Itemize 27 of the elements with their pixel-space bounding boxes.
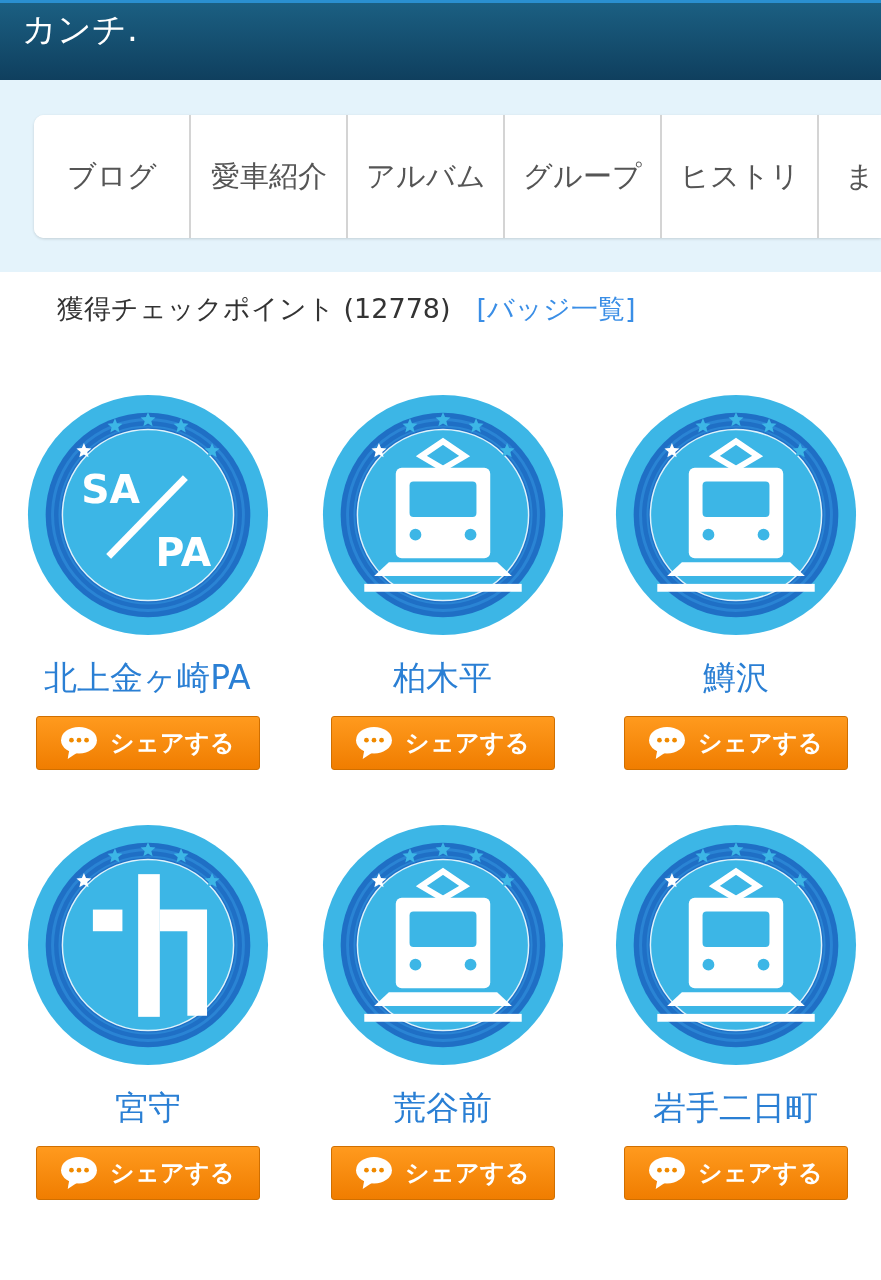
nav-tab[interactable]: ヒストリ xyxy=(662,115,819,238)
station-name: 宮守 xyxy=(114,1088,181,1128)
share-button[interactable]: シェアする xyxy=(330,1146,555,1200)
chat-bubble-icon xyxy=(355,726,393,760)
share-button[interactable]: シェアする xyxy=(35,716,260,770)
nav-tab[interactable]: 愛車紹介 xyxy=(191,115,348,238)
share-button[interactable]: シェアする xyxy=(35,1146,260,1200)
station-name: 荒谷前 xyxy=(393,1088,492,1128)
share-button[interactable]: シェアする xyxy=(623,716,848,770)
nav-tab[interactable]: グループ xyxy=(505,115,662,238)
station-name: 鱒沢 xyxy=(702,658,769,698)
chat-bubble-icon xyxy=(648,726,686,760)
nav-tab[interactable]: ブログ xyxy=(34,115,191,238)
share-button[interactable]: シェアする xyxy=(330,716,555,770)
nav-tab[interactable]: ま xyxy=(819,115,881,238)
nav-tab[interactable]: アルバム xyxy=(348,115,505,238)
chat-bubble-icon xyxy=(648,1156,686,1190)
chat-bubble-icon xyxy=(60,1156,98,1190)
chat-bubble-icon xyxy=(355,1156,393,1190)
station-name: 北上金ヶ崎PA xyxy=(44,658,251,698)
station-name: 柏木平 xyxy=(393,658,492,698)
chat-bubble-icon xyxy=(60,726,98,760)
badge-list-link[interactable]: [バッジ一覧] xyxy=(476,291,636,327)
station-name: 岩手二日町 xyxy=(653,1088,818,1128)
share-button[interactable]: シェアする xyxy=(623,1146,848,1200)
site-title: カンチ. xyxy=(22,8,138,51)
checkpoint-count: 獲得チェックポイント (12778) xyxy=(57,292,451,326)
